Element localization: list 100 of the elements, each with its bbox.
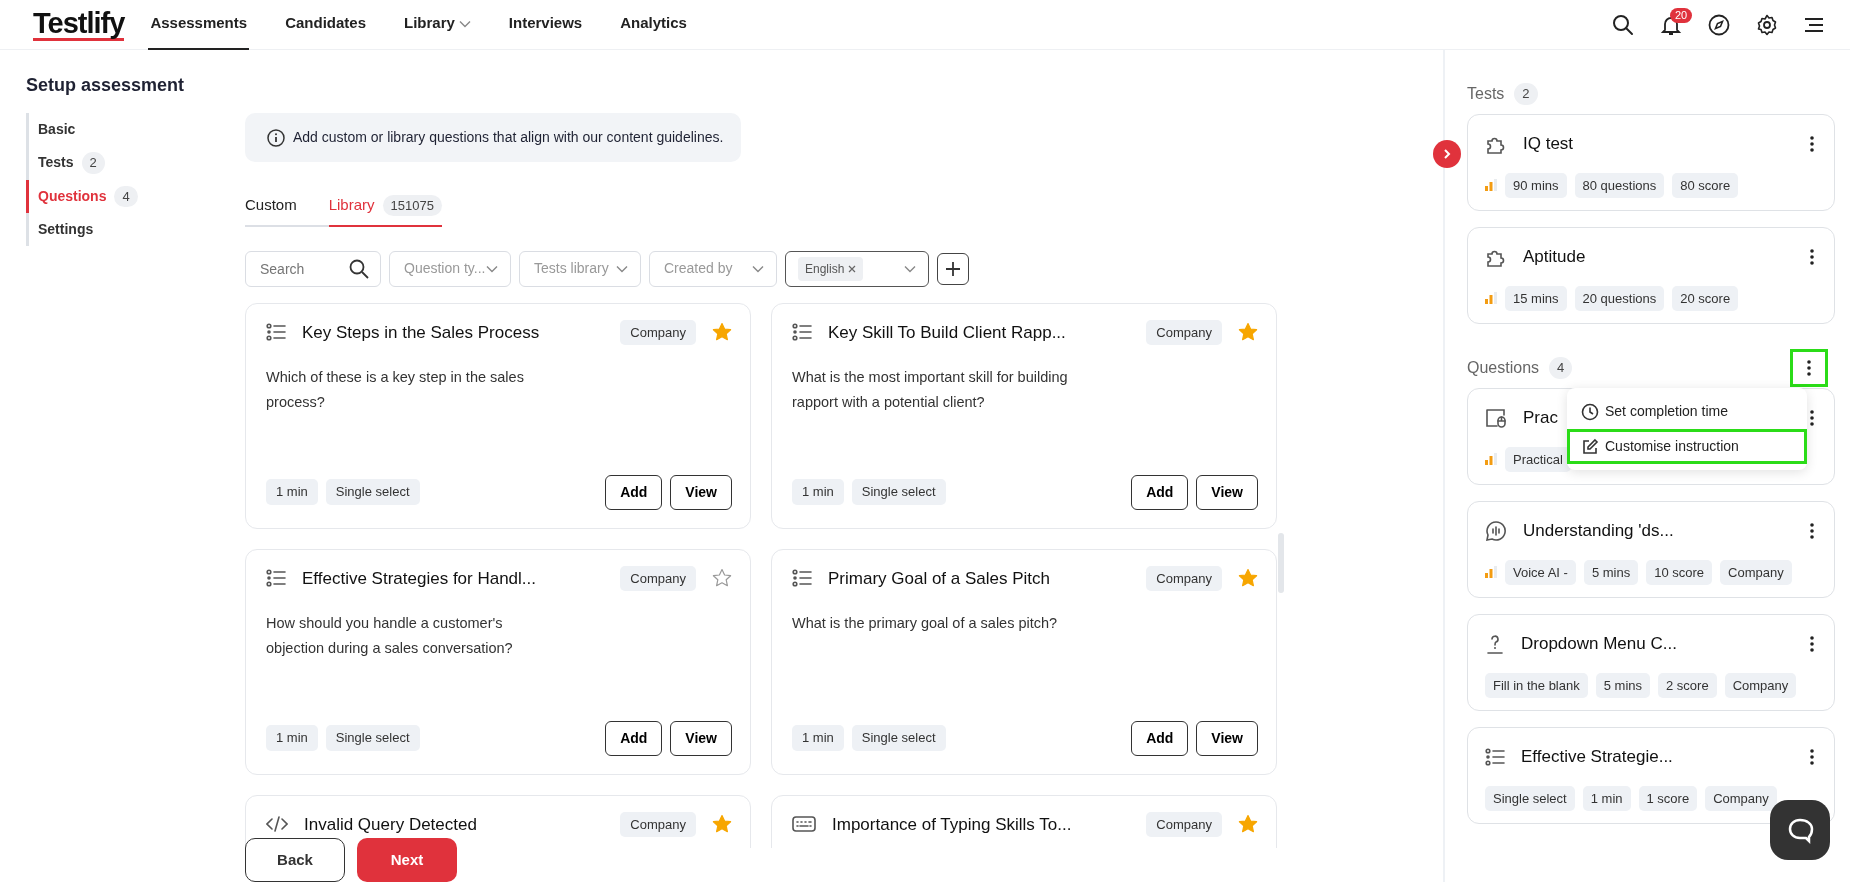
tag: Single select xyxy=(851,725,946,751)
filled-star-icon[interactable] xyxy=(712,322,732,343)
card-title: Aptitude xyxy=(1523,246,1586,268)
more-options-icon xyxy=(1810,409,1814,426)
count-pill: 2 xyxy=(81,152,105,174)
list-icon xyxy=(266,568,286,589)
tag: Company xyxy=(1146,565,1222,591)
page-title: Setup assessment xyxy=(26,74,186,97)
chevron-down-icon xyxy=(458,19,471,28)
sidebar-item[interactable]: Settings xyxy=(26,213,245,246)
code-icon xyxy=(266,814,288,835)
tag: 90 mins xyxy=(1505,172,1567,198)
question-text: How should you handle a customer's objection during a sales conversation? xyxy=(266,614,514,658)
list-icon xyxy=(792,568,812,589)
nav-link[interactable]: Analytics xyxy=(618,0,689,50)
nav-link[interactable]: Assessments xyxy=(148,0,250,50)
tag: Fill in the blank xyxy=(1485,672,1588,698)
tag: 5 mins xyxy=(1583,559,1639,585)
list-icon xyxy=(792,322,812,343)
tag: 20 score xyxy=(1672,285,1739,311)
question-title: Primary Goal of a Sales Pitch xyxy=(828,567,1052,590)
chat-button[interactable] xyxy=(1770,800,1830,860)
chevron-down-icon xyxy=(616,264,628,273)
menu-icon xyxy=(1804,15,1824,34)
add-button[interactable]: Add xyxy=(605,474,663,510)
tag: Company xyxy=(1146,319,1222,345)
tag: 20 questions xyxy=(1574,285,1665,311)
tag: 1 min xyxy=(1582,785,1631,811)
chevron-right-icon xyxy=(1442,148,1452,160)
tag: Voice AI - xyxy=(1505,559,1576,585)
view-button[interactable]: View xyxy=(670,474,732,510)
card-title: Understanding 'ds... xyxy=(1523,520,1674,542)
tag: 15 mins xyxy=(1505,285,1567,311)
star-outline-icon[interactable] xyxy=(712,568,732,589)
count-pill: 4 xyxy=(114,185,138,207)
tag: Single select xyxy=(851,479,946,505)
view-button[interactable]: View xyxy=(1196,720,1258,756)
tag: Company xyxy=(1724,672,1797,698)
tab[interactable]: Library 151075 xyxy=(328,186,442,227)
notification-count: 20 xyxy=(1670,7,1693,23)
filled-star-icon[interactable] xyxy=(1238,568,1258,589)
question-title: Key Steps in the Sales Process xyxy=(302,321,541,344)
question-title: Effective Strategies for Handl... xyxy=(302,567,538,590)
add-button[interactable]: Add xyxy=(1131,720,1189,756)
tag: 10 score xyxy=(1646,559,1713,585)
tag: Single select xyxy=(325,479,420,505)
tag: 1 min xyxy=(266,725,318,751)
collapse-button[interactable] xyxy=(1433,140,1461,168)
list-icon xyxy=(1485,746,1505,767)
question-text: Which of these is a key step in the sales process? xyxy=(266,368,525,412)
add-filter-button[interactable] xyxy=(937,252,969,285)
count-pill: 4 xyxy=(1549,357,1573,379)
tag: 1 min xyxy=(792,725,844,751)
add-button[interactable]: Add xyxy=(605,720,663,756)
search-icon xyxy=(349,258,369,279)
more-options-icon xyxy=(1810,135,1814,152)
more-options-icon xyxy=(1810,248,1814,265)
menu-item[interactable]: Set completion time xyxy=(1567,394,1807,429)
nav-link[interactable]: Library xyxy=(402,0,473,50)
list-icon xyxy=(266,322,286,343)
back-button[interactable]: Back xyxy=(245,838,345,882)
sidebar-item[interactable]: Questions 4 xyxy=(26,179,245,213)
question-mark-icon xyxy=(1485,632,1505,655)
edit-icon xyxy=(1581,437,1599,456)
chevron-down-icon xyxy=(486,264,498,273)
tag: Single select xyxy=(1485,785,1575,811)
tag: 80 questions xyxy=(1574,172,1665,198)
more-options-icon xyxy=(1807,360,1811,376)
search-field[interactable]: Search xyxy=(245,250,381,287)
logo: Testlify xyxy=(33,8,125,41)
filled-star-icon[interactable] xyxy=(1238,814,1258,835)
language-select[interactable]: English xyxy=(785,250,929,287)
settings-icon xyxy=(1756,13,1778,36)
language-chip[interactable]: English xyxy=(798,256,864,281)
count-pill: 2 xyxy=(1514,83,1538,105)
tag: 5 mins xyxy=(1595,672,1650,698)
tab[interactable]: Custom xyxy=(245,186,329,227)
tag: 1 min xyxy=(792,479,844,505)
search-icon xyxy=(1612,13,1634,36)
remove-icon xyxy=(848,264,857,273)
view-button[interactable]: View xyxy=(670,720,732,756)
more-options-icon xyxy=(1810,748,1814,765)
tag: 1 score xyxy=(1638,785,1698,811)
add-button[interactable]: Add xyxy=(1131,474,1189,510)
view-button[interactable]: View xyxy=(1196,474,1258,510)
question-title: Key Skill To Build Client Rapp... xyxy=(828,321,1067,344)
sidebar-item[interactable]: Tests 2 xyxy=(26,146,245,180)
next-button[interactable]: Next xyxy=(357,838,457,882)
tag: 80 score xyxy=(1672,172,1739,198)
filled-star-icon[interactable] xyxy=(712,814,732,835)
keyboard-icon xyxy=(792,814,816,835)
clock-icon xyxy=(1581,402,1599,421)
nav-link[interactable]: Interviews xyxy=(506,0,585,50)
question-title: Invalid Query Detected xyxy=(304,813,478,836)
question-text: What is the most important skill for building rapport with a potential client? xyxy=(792,368,1069,412)
filled-star-icon[interactable] xyxy=(1238,322,1258,343)
tag: Practical xyxy=(1505,446,1571,472)
info-icon xyxy=(267,128,285,147)
plus-icon xyxy=(945,260,961,277)
nav-link[interactable]: Candidates xyxy=(283,0,368,50)
